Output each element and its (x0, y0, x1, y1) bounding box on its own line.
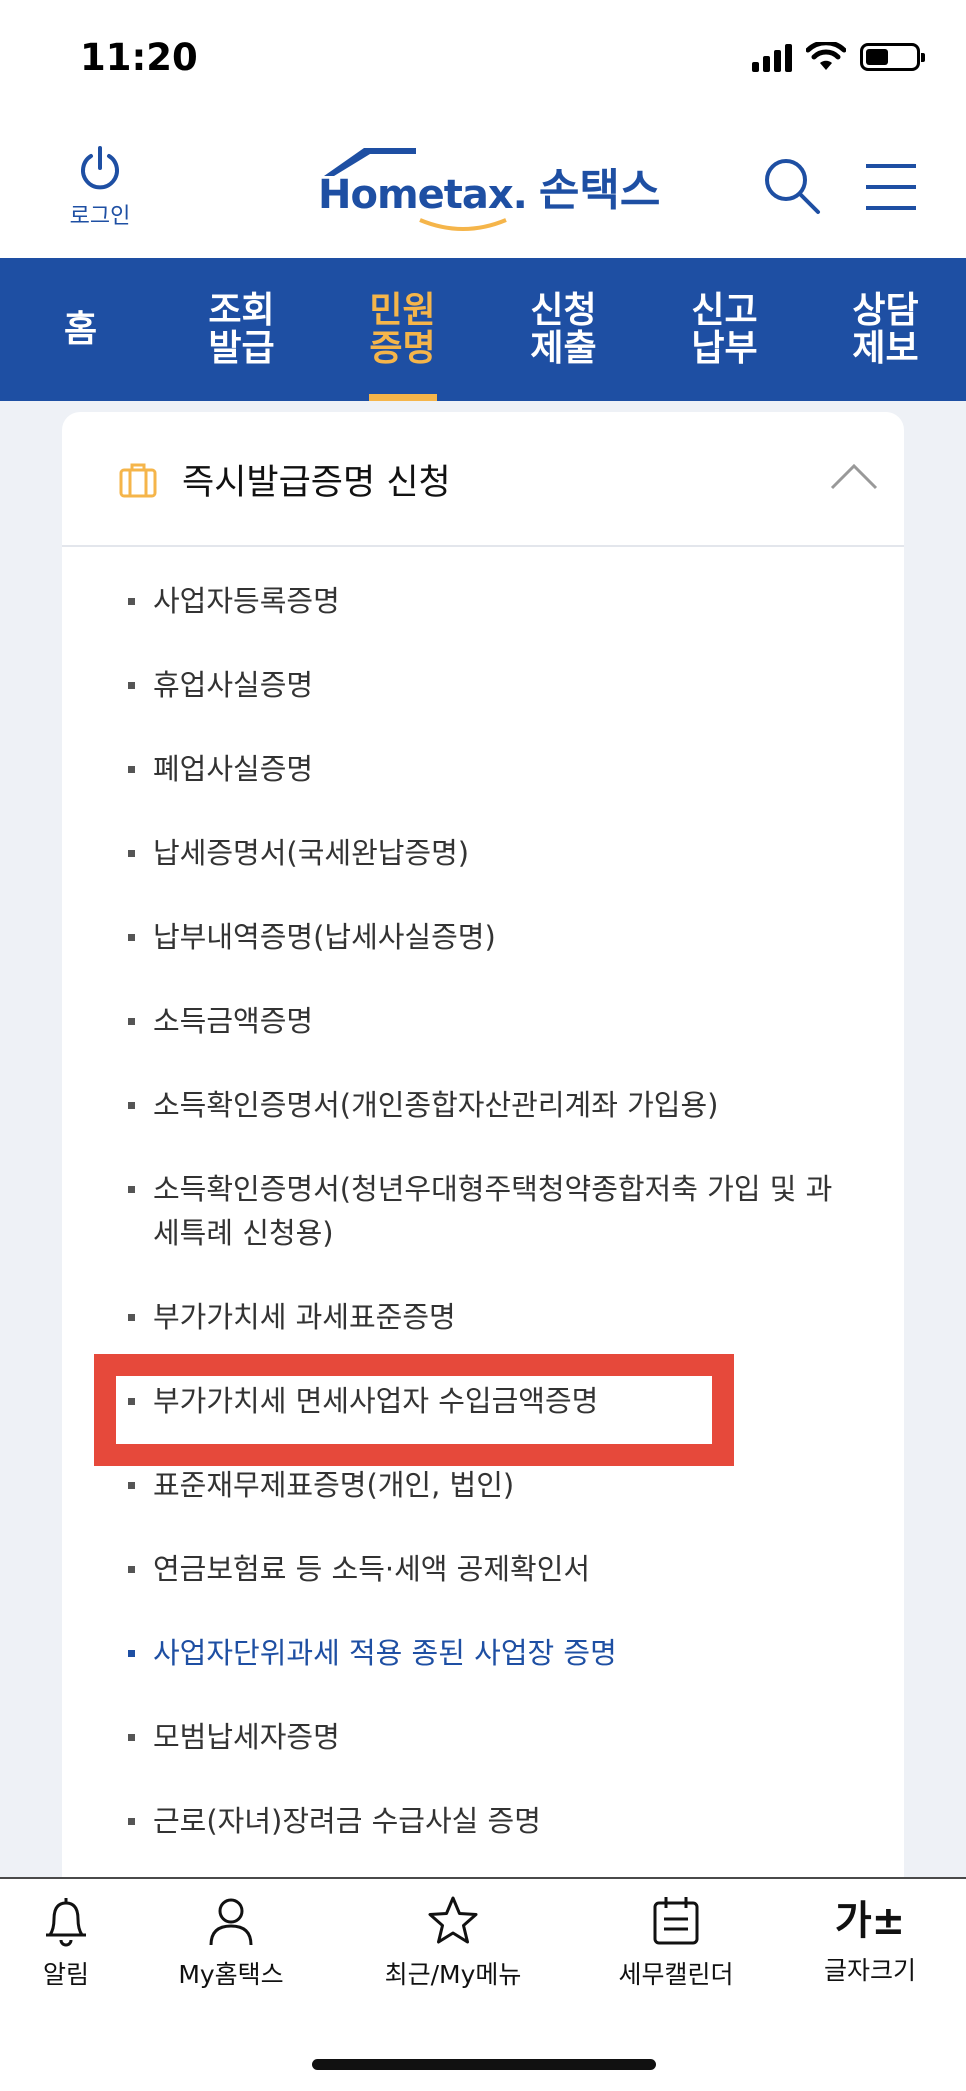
font-size-icon: 가± (834, 1898, 906, 1944)
person-icon (209, 1898, 253, 1946)
nav-item-application-submit[interactable]: 신청 제출 (483, 258, 644, 401)
battery-icon (860, 43, 925, 71)
login-label: 로그인 (69, 204, 131, 229)
tab-label: 최근/My메뉴 (384, 1960, 522, 1989)
tab-label: 글자크기 (823, 1956, 916, 1985)
bottom-tab-bar: 알림 My홈택스 최근/My메뉴 세무캘린더 가± 글자크기 (0, 1877, 966, 2091)
logo-text-en: Hometax. (318, 172, 528, 218)
tab-label: 세무캘린더 (618, 1960, 734, 1989)
nav-item-consult-report[interactable]: 상담 제보 (805, 258, 966, 401)
list-item-payment-history[interactable]: 납부내역증명(납세사실증명) (62, 915, 904, 959)
chevron-up-icon[interactable] (830, 462, 878, 490)
tab-label: 알림 (42, 1960, 89, 1989)
status-icons (752, 42, 925, 72)
status-bar: 11:20 (0, 0, 966, 120)
certificate-section-card: 즉시발급증명 신청 사업자등록증명 휴업사실증명 폐업사실증명 납세증명서(국세… (62, 412, 904, 1882)
list-item-business-registration[interactable]: 사업자등록증명 (62, 579, 904, 623)
tab-recent-my-menu[interactable]: 최근/My메뉴 (378, 1895, 528, 1991)
hometax-logo[interactable]: Hometax. 손택스 (318, 148, 661, 231)
section-title: 즉시발급증명 신청 (182, 463, 451, 503)
status-time: 11:20 (80, 36, 198, 79)
logo-smile-icon (419, 218, 507, 231)
tab-my-hometax[interactable]: My홈택스 (172, 1895, 290, 1991)
calendar-icon (653, 1897, 699, 1945)
app-header: 로그인 Hometax. 손택스 (0, 120, 966, 258)
certificate-list: 사업자등록증명 휴업사실증명 폐업사실증명 납세증명서(국세완납증명) 납부내역… (62, 547, 904, 1843)
list-item-subordinate-workplace[interactable]: 사업자단위과세 적용 종된 사업장 증명 (62, 1631, 904, 1675)
wifi-icon (806, 42, 846, 70)
list-item-financial-statements[interactable]: 표준재무제표증명(개인, 법인) (62, 1463, 904, 1507)
tab-label: My홈택스 (178, 1960, 284, 1989)
list-item-model-taxpayer[interactable]: 모범납세자증명 (62, 1715, 904, 1759)
nav-item-civil-certificate[interactable]: 민원 증명 (322, 258, 483, 401)
highlight-box (94, 1354, 734, 1466)
cellular-signal-icon (752, 42, 792, 72)
list-item-earned-income-credit[interactable]: 근로(자녀)장려금 수급사실 증명 (62, 1799, 904, 1843)
briefcase-icon (119, 463, 157, 498)
hamburger-menu-icon[interactable] (864, 162, 918, 212)
list-item-income-isa[interactable]: 소득확인증명서(개인종합자산관리계좌 가입용) (62, 1083, 904, 1127)
list-item-pension-deduction[interactable]: 연금보험료 등 소득·세액 공제확인서 (62, 1547, 904, 1591)
nav-item-home[interactable]: 홈 (0, 258, 161, 401)
home-indicator (312, 2059, 656, 2070)
list-item-income-amount[interactable]: 소득금액증명 (62, 999, 904, 1043)
tab-notifications[interactable]: 알림 (30, 1895, 102, 1991)
house-roof-icon (324, 148, 416, 176)
nav-item-inquiry-issue[interactable]: 조회 발급 (161, 258, 322, 401)
main-nav: 홈 조회 발급 민원 증명 신청 제출 신고 납부 상담 제보 (0, 258, 966, 401)
list-item-tax-payment-certificate[interactable]: 납세증명서(국세완납증명) (62, 831, 904, 875)
list-item-suspension[interactable]: 휴업사실증명 (62, 663, 904, 707)
list-item-income-youth-housing[interactable]: 소득확인증명서(청년우대형주택청약종합저축 가입 및 과세특례 신청용) (62, 1167, 904, 1255)
login-button[interactable]: 로그인 (60, 144, 140, 230)
list-item-vat-tax-base[interactable]: 부가가치세 과세표준증명 (62, 1295, 904, 1339)
search-icon[interactable] (762, 156, 822, 216)
star-icon (428, 1896, 478, 1944)
tab-font-size[interactable]: 가± 글자크기 (820, 1895, 920, 1987)
power-icon (81, 146, 119, 190)
tab-tax-calendar[interactable]: 세무캘린더 (614, 1895, 738, 1991)
bell-icon (46, 1898, 86, 1947)
logo-text-ko: 손택스 (538, 165, 661, 216)
nav-item-report-payment[interactable]: 신고 납부 (644, 258, 805, 401)
list-item-closure[interactable]: 폐업사실증명 (62, 747, 904, 791)
section-header[interactable]: 즉시발급증명 신청 (62, 412, 904, 547)
